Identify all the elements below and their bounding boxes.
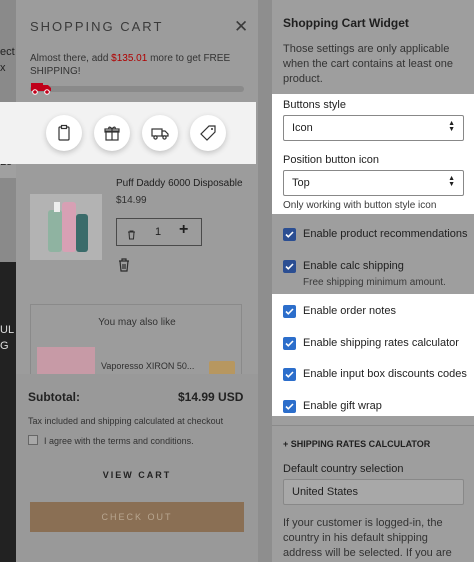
truck-icon[interactable] [142, 115, 178, 151]
tag-icon[interactable] [190, 115, 226, 151]
cart-header: SHOPPING CART ✕ [16, 0, 258, 52]
panel-description: Those settings are only applicable when … [283, 43, 453, 85]
recommended-product-name[interactable]: Vaporesso XIRON 50... [101, 361, 194, 371]
free-shipping-message: Almost there, add $135.01 more to get FR… [16, 52, 258, 78]
section-divider [272, 425, 474, 426]
shipping-amount: $135.01 [111, 53, 148, 64]
view-cart-button[interactable]: VIEW CART [16, 470, 258, 480]
cart-drawer: SHOPPING CART ✕ Almost there, add $135.0… [16, 0, 258, 562]
buttons-style-label: Buttons style [283, 99, 346, 111]
option-label: Enable input box discounts codes [303, 368, 467, 380]
select-arrows-icon: ▲ ▼ [448, 120, 455, 133]
cart-title: SHOPPING CART [30, 19, 164, 34]
quantity-value: 1 [155, 226, 162, 238]
subtotal-label: Subtotal: [28, 390, 80, 404]
subtotal-value: $14.99 USD [178, 390, 244, 404]
country-select[interactable]: United States [283, 479, 464, 505]
position-value: Top [292, 177, 310, 189]
storefront-text: ect x [0, 46, 15, 74]
buttons-style-select[interactable]: Icon ▲ ▼ [283, 115, 464, 141]
checkbox-discount-codes[interactable] [283, 368, 296, 381]
close-icon[interactable]: ✕ [234, 18, 248, 35]
storefront-text: UL G [0, 324, 15, 352]
plus-icon[interactable]: + [179, 221, 188, 239]
checkbox-calc-shipping[interactable] [283, 260, 296, 273]
screen: ectx Lo ULG SHOPPING CART ✕ Almost there… [0, 0, 474, 562]
section-toggle[interactable]: + SHIPPING RATES CALCULATOR [283, 439, 430, 449]
shipping-progress-bar [30, 83, 244, 95]
recommendations-title: You may also like [98, 317, 176, 328]
select-arrows-icon: ▲ ▼ [448, 175, 455, 188]
remove-item-icon[interactable] [118, 258, 130, 277]
quantity-stepper[interactable]: 1 + [116, 218, 202, 246]
checkbox-order-notes[interactable] [283, 305, 296, 318]
terms-checkbox[interactable]: I agree with the terms and conditions. [28, 435, 194, 446]
option-label: Enable shipping rates calculator [303, 337, 459, 349]
calc-hint: Free shipping minimum amount. [303, 277, 446, 288]
storefront-banner [0, 262, 16, 562]
position-hint: Only working with button style icon [283, 200, 437, 211]
option-label: Enable product recommendations [303, 228, 468, 240]
panel-title: Shopping Cart Widget [283, 16, 409, 30]
storefront-background: ectx Lo ULG [0, 0, 16, 562]
country-description: If your customer is logged-in, the count… [283, 517, 452, 559]
settings-panel: Shopping Cart Widget Those settings are … [272, 0, 474, 562]
clipboard-icon[interactable] [46, 115, 82, 151]
panel-divider [258, 0, 272, 562]
product-price: $14.99 [116, 195, 147, 206]
recommendations-box: You may also like Vaporesso XIRON 50... [30, 304, 242, 387]
country-label: Default country selection [283, 463, 404, 475]
tax-note: Tax included and shipping calculated at … [28, 416, 224, 426]
trash-icon[interactable] [127, 227, 136, 245]
buttons-style-value: Icon [292, 122, 313, 134]
position-select[interactable]: Top ▲ ▼ [283, 170, 464, 196]
checkbox-shipping-rates-calculator[interactable] [283, 337, 296, 350]
checkbox-gift-wrap[interactable] [283, 400, 296, 413]
product-image [30, 194, 102, 260]
gift-icon[interactable] [94, 115, 130, 151]
option-label: Enable gift wrap [303, 400, 382, 412]
option-label: Enable order notes [303, 305, 396, 317]
option-label: Enable calc shipping [303, 260, 404, 272]
shipping-text: Almost there, add [30, 53, 112, 64]
checkbox-product-recommendations[interactable] [283, 228, 296, 241]
truck-icon [31, 83, 51, 95]
cart-item: Puff Daddy 6000 Disposable $14.99 1 + [30, 178, 258, 278]
checkbox-icon[interactable] [28, 435, 38, 445]
cart-action-icons [0, 102, 256, 164]
checkout-button[interactable]: CHECK OUT [30, 502, 244, 532]
cart-footer: Subtotal: $14.99 USD Tax included and sh… [16, 374, 258, 562]
terms-label: I agree with the terms and conditions. [44, 436, 194, 446]
position-label: Position button icon [283, 154, 380, 166]
product-name[interactable]: Puff Daddy 6000 Disposable [116, 178, 243, 189]
